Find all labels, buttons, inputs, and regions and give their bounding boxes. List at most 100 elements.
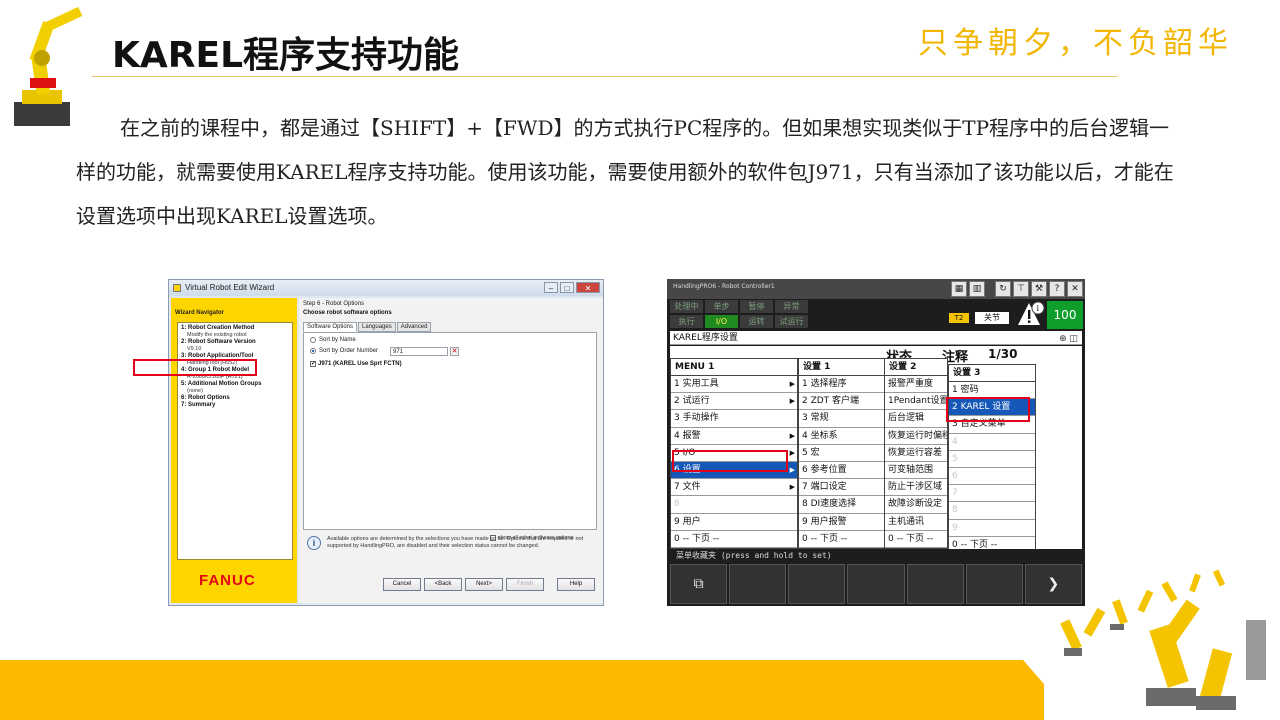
nav-sub: (none) (187, 388, 203, 394)
pendant-screenshot: HandlingPRO6 - Robot Controller1 ▦ ▥ ↻ ⊤… (667, 279, 1085, 606)
nav-header: Wizard Navigator (175, 310, 224, 316)
favorites-bar: 菜单收藏夹 (press and hold to set) (670, 549, 1082, 563)
menu-item[interactable]: 主机通讯 (885, 514, 947, 531)
close-icon[interactable]: ✕ (576, 282, 600, 293)
info-icon: i (307, 536, 321, 550)
menu-item[interactable]: 7 (949, 485, 1035, 503)
status-io: I/O (705, 315, 738, 328)
menu-item[interactable]: 故障诊断设定 (885, 496, 947, 514)
menu-header: 设置 2 (885, 359, 947, 376)
radio-selected-icon (310, 348, 316, 354)
nav-item[interactable]: 6: Robot Options (181, 395, 289, 402)
next-button[interactable]: Next> (465, 578, 503, 591)
minimize-icon[interactable]: – (544, 282, 558, 293)
menu-item[interactable]: 5 (949, 451, 1035, 468)
menu-item[interactable]: 0 -- 下页 -- (799, 531, 885, 548)
menu-item[interactable]: 1Pendant设置 (885, 393, 947, 411)
close-icon[interactable]: ✕ (1067, 281, 1083, 297)
status-busy: 处理中 (670, 300, 703, 313)
menu-item[interactable]: 3 手动操作 (671, 410, 797, 428)
wizard-navigator: Wizard Navigator 1: Robot Creation Metho… (171, 298, 297, 603)
keyboard-icon[interactable]: ▦ (951, 281, 967, 297)
wizard-buttons: Cancel <Back Next> Finish Help (383, 578, 595, 591)
tab-advanced[interactable]: Advanced (396, 322, 432, 332)
menu-item[interactable]: 7 文件 ▶ (671, 479, 797, 497)
function-key[interactable] (847, 564, 905, 604)
menu-item[interactable]: 7 端口设定 (799, 479, 885, 497)
status-run: 执行 (670, 315, 703, 328)
back-button[interactable]: <Back (424, 578, 462, 591)
finish-button[interactable]: Finish (506, 578, 544, 591)
highlight-box-karel-setup (946, 397, 1030, 422)
zoom-split-icon[interactable]: ⊕ ◫ (1059, 332, 1078, 346)
app-icon (173, 284, 181, 292)
layout-icon[interactable]: ▥ (969, 281, 985, 297)
nav-item[interactable]: 2: Robot Software Version (181, 339, 289, 346)
menu-item[interactable]: 8 DI速度选择 (799, 496, 885, 514)
refresh-icon[interactable]: ↻ (995, 281, 1011, 297)
menu-item[interactable]: 0 -- 下页 -- (671, 531, 797, 548)
tab-software-options[interactable]: Software Options (303, 322, 358, 332)
checkbox-checked-icon[interactable]: ✓ (310, 361, 316, 367)
function-keys: ⧉ ❯ (670, 564, 1082, 604)
menu-item[interactable]: 6 参考位置 (799, 462, 885, 480)
nav-item[interactable]: 1: Robot Creation Method (181, 325, 289, 332)
status-hold: 暂停 (740, 300, 773, 313)
order-filter-input[interactable]: 971 (390, 347, 448, 356)
nav-item[interactable]: 7: Summary (181, 402, 289, 409)
cancel-button[interactable]: Cancel (383, 578, 421, 591)
menu-item[interactable]: 2 ZDT 客户端 (799, 393, 885, 411)
menu-header: 设置 3 (949, 365, 1035, 382)
menu-item[interactable]: 6 (949, 468, 1035, 486)
menu-item[interactable]: 恢复运行时偏移 (885, 428, 947, 445)
menu-item[interactable]: 9 用户报警 (799, 514, 885, 531)
menu-item[interactable]: 5 宏 (799, 445, 885, 462)
fanuc-logo: FANUC (199, 572, 256, 589)
favorites-key-icon[interactable]: ⧉ (670, 564, 728, 604)
menu-item[interactable]: 4 (949, 434, 1035, 451)
wizard-screenshot: Virtual Robot Edit Wizard – □ ✕ Wizard N… (168, 279, 604, 606)
intro-paragraph: 在之前的课程中，都是通过【SHIFT】+【FWD】的方式执行PC程序的。但如果想… (76, 116, 1174, 228)
menu-item[interactable]: 可变轴范围 (885, 462, 947, 480)
option-j971[interactable]: ✓ J971 (KAREL Use Sprt FCTN) (306, 359, 592, 369)
nav-item[interactable]: 5: Additional Motion Groups (181, 381, 289, 388)
menu-item[interactable]: 后台逻辑 (885, 410, 947, 428)
menu-item[interactable]: 1 选择程序 (799, 376, 885, 394)
menu-item[interactable]: 1 实用工具 ▶ (671, 376, 797, 394)
sort-by-name-radio[interactable]: Sort by Name (310, 337, 356, 343)
arrow-right-icon: ▶ (789, 483, 795, 492)
function-key[interactable] (906, 564, 964, 604)
function-key[interactable] (965, 564, 1023, 604)
nav-list: 1: Robot Creation Method Modify the exis… (177, 322, 293, 560)
option-label: J971 (KAREL Use Sprt FCTN) (318, 361, 402, 367)
menu-item[interactable]: 4 坐标系 (799, 428, 885, 445)
pin-icon[interactable]: ⊤ (1013, 281, 1029, 297)
menu-item[interactable]: 8 (671, 496, 797, 514)
function-key[interactable] (729, 564, 787, 604)
menu-item[interactable]: 4 报警 ▶ (671, 428, 797, 445)
menu-item[interactable]: 8 (949, 502, 1035, 520)
menu-setup-1: 设置 1 1 选择程序 2 ZDT 客户端 3 常规 4 坐标系 5 宏 6 参… (798, 358, 886, 549)
warning-info-icon[interactable]: i (1017, 301, 1045, 327)
arrow-right-icon: ▶ (789, 465, 795, 474)
override-percent: 100 (1047, 301, 1083, 329)
tool-icon[interactable]: ⚒ (1031, 281, 1047, 297)
wizard-window-title: Virtual Robot Edit Wizard (185, 283, 275, 292)
function-key[interactable] (788, 564, 846, 604)
tab-languages[interactable]: Languages (358, 322, 396, 332)
menu-item[interactable]: 3 常规 (799, 410, 885, 428)
menu-item[interactable]: 防止干涉区域 (885, 479, 947, 497)
sort-by-order-radio[interactable]: Sort by Order Number (310, 348, 378, 354)
menu-item[interactable]: 0 -- 下页 -- (885, 531, 947, 548)
menu-item[interactable]: 9 用户 (671, 514, 797, 531)
help-button[interactable]: Help (557, 578, 595, 591)
clear-filter-icon[interactable]: ✕ (450, 347, 459, 356)
menu-item[interactable]: 2 试运行 ▶ (671, 393, 797, 411)
maximize-icon[interactable]: □ (560, 282, 574, 293)
menu-setup-3: 设置 3 1 密码 2 KAREL 设置 3 自定义菜单 4 5 6 7 8 9… (948, 364, 1036, 555)
help-icon[interactable]: ? (1049, 281, 1065, 297)
info-note: i Available options are determined by th… (303, 536, 597, 550)
menu-item[interactable]: 报警严重度 (885, 376, 947, 394)
menu-item[interactable]: 恢复运行容差 (885, 445, 947, 462)
menu-item[interactable]: 9 (949, 520, 1035, 537)
